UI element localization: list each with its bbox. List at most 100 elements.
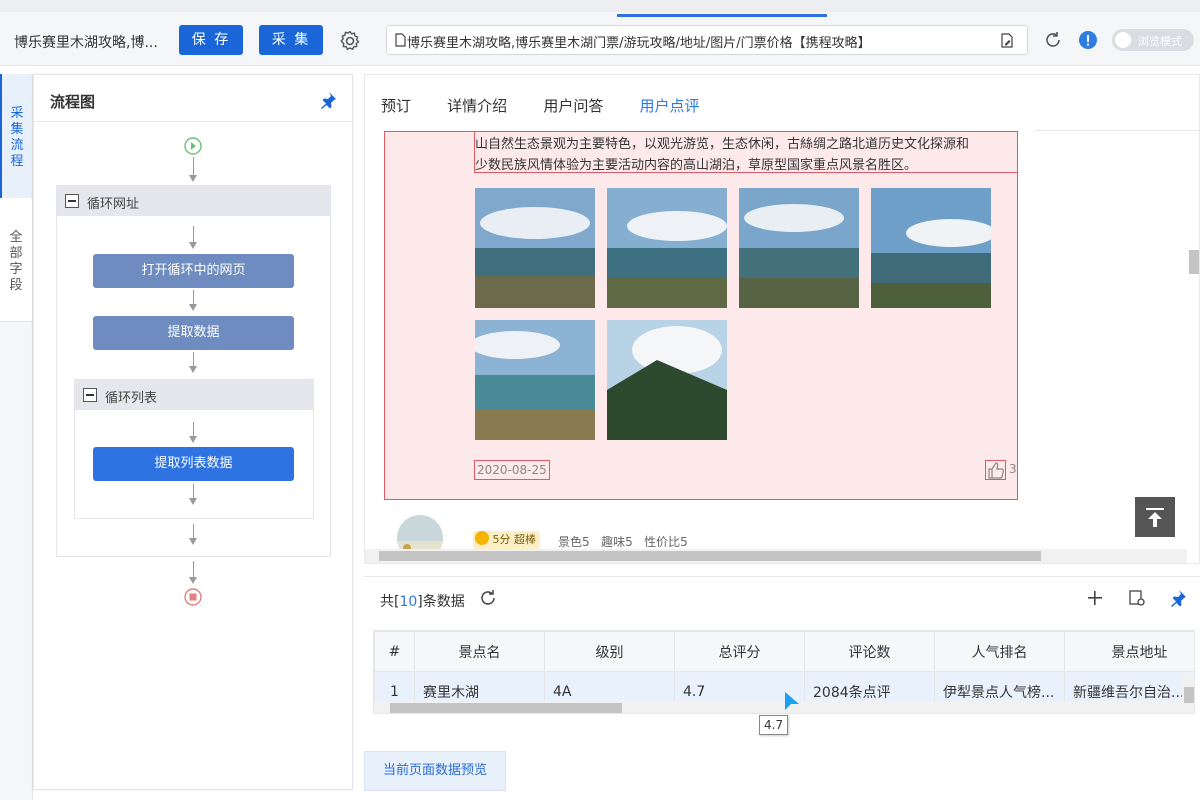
info-alert-icon[interactable] [1079,31,1097,49]
extract-list-node[interactable]: 提取列表数据 [93,447,294,481]
review-text: 山自然生态景观为主要特色，以观光游览，生态休闲，古絲绸之路北道历史文化探源和 少… [474,132,1018,173]
loop-url-header[interactable]: 循环网址 [57,186,330,216]
flow-connector [193,157,194,175]
column-header[interactable]: 景点名 [414,631,545,672]
table-horizontal-scrollbar[interactable] [374,701,1182,713]
review-photo[interactable] [475,320,595,440]
flowchart-title: 流程图 [50,93,96,111]
toggle-knob [1115,32,1131,48]
browser-view: 预订 详情介绍 用户问答 用户点评 山自然生态景观为主要特色，以观光游览，生态休… [364,74,1200,564]
panel-divider [34,121,354,122]
loop-list-header[interactable]: 循环列表 [75,380,313,410]
url-text: 博乐赛里木湖攻略,博乐赛里木湖门票/游玩攻略/地址/图片/门票价格【携程攻略】 [407,36,871,51]
flow-arrow-icon [189,366,197,373]
tab-divider [1035,130,1199,131]
tab-qa[interactable]: 用户问答 [543,97,603,115]
page-icon [395,33,406,47]
open-page-node[interactable]: 打开循环中的网页 [93,254,294,288]
horizontal-scrollbar[interactable] [365,549,1187,563]
rating-score: 5分 超棒 [492,533,537,546]
arrow-up-icon [1146,508,1164,527]
add-icon[interactable] [1086,589,1104,607]
collapse-icon[interactable] [83,388,97,402]
refresh-icon[interactable] [479,589,497,607]
active-tab-indicator [617,14,827,17]
flow-connector [193,290,194,304]
back-to-top-button[interactable] [1135,497,1175,537]
column-header[interactable]: 总评分 [674,631,805,672]
review-photo[interactable] [871,188,991,308]
vertical-scrollbar-thumb[interactable] [1189,250,1199,274]
like-button[interactable] [985,460,1006,480]
flow-connector [193,422,194,436]
thumbs-up-icon [988,462,1004,479]
loop-list-label: 循环列表 [105,391,158,406]
flow-arrow-icon [189,304,197,311]
stop-icon [184,588,202,606]
tab-strip [0,0,1200,12]
data-preview-panel: 共[10]条数据 # 景点名 级别 总评分 评论数 人气排名 景点地址 1 赛里… [364,576,1200,791]
tab-reviews[interactable]: 用户点评 [639,97,699,115]
flow-connector [193,226,194,242]
tab-details[interactable]: 详情介绍 [447,97,507,115]
field-settings-icon[interactable] [1128,589,1146,607]
data-count-suffix: ]条数据 [417,594,465,610]
page-tabs: 预订 详情介绍 用户问答 用户点评 [381,95,731,116]
loop-url-container: 循环网址 打开循环中的网页 提取数据 循环列表 提取列表数据 [56,185,331,557]
scrollbar-thumb[interactable] [390,703,622,713]
tab-all-fields-label: 全部字段 [9,230,23,293]
column-header[interactable]: 景点地址 [1064,631,1194,672]
review-photo[interactable] [739,188,859,308]
tab-current-page-preview[interactable]: 当前页面数据预览 [364,751,506,791]
review-date: 2020-08-25 [474,460,550,480]
tab-all-fields[interactable]: 全部字段 [0,198,32,322]
highlighted-review[interactable]: 山自然生态景观为主要特色，以观光游览，生态休闲，古絲绸之路北道历史文化探源和 少… [384,131,1018,500]
gear-icon[interactable] [338,29,362,53]
flow-connector [193,524,194,538]
flow-connector [193,561,194,577]
data-count-value: 10 [399,594,418,610]
flow-connector [193,352,194,366]
review-photo[interactable] [475,188,595,308]
save-button[interactable]: 保 存 [179,25,243,55]
browse-mode-toggle[interactable]: 浏览模式 [1112,29,1194,51]
tab-booking[interactable]: 预订 [381,97,411,115]
flow-connector [193,484,194,498]
scrollbar-thumb[interactable] [1184,687,1194,703]
review-photo[interactable] [607,188,727,308]
table-header-row: # 景点名 级别 总评分 评论数 人气排名 景点地址 [374,631,1194,672]
column-header[interactable]: 评论数 [804,631,935,672]
data-count: 共[10]条数据 [380,591,465,611]
data-count-prefix: 共[ [380,594,400,610]
pin-icon[interactable] [1169,589,1187,607]
tab-collect-flow[interactable]: 采集流程 [0,74,32,198]
edit-page-icon[interactable] [999,33,1015,49]
rating-badge: 5分 超棒 [473,531,540,549]
column-header[interactable]: 级别 [544,631,675,672]
column-header[interactable]: # [374,631,415,672]
refresh-icon[interactable] [1043,30,1063,50]
table-vertical-scrollbar[interactable] [1182,673,1194,713]
emoji-icon [475,531,489,545]
extract-data-node[interactable]: 提取数据 [93,316,294,350]
scrollbar-thumb[interactable] [379,551,1041,561]
collapse-icon[interactable] [65,194,79,208]
review-text-line-2: 少数民族风情体验为主要活动内容的高山湖泊，草原型国家重点风景名胜区。 [475,158,918,173]
collect-button[interactable]: 采 集 [259,25,323,55]
cell-tooltip: 4.7 [759,715,789,735]
pin-icon[interactable] [319,91,337,109]
start-icon [184,137,202,155]
review-text-line-1: 山自然生态景观为主要特色，以观光游览，生态休闲，古絲绸之路北道历史文化探源和 [475,137,970,152]
flow-arrow-icon [189,498,197,505]
flow-arrow-icon [189,242,197,249]
flow-arrow-icon [189,577,197,584]
loop-url-label: 循环网址 [87,197,140,212]
tab-collect-flow-label: 采集流程 [10,106,24,169]
flow-arrow-icon [189,175,197,182]
column-header[interactable]: 人气排名 [934,631,1065,672]
toggle-label: 浏览模式 [1138,35,1182,48]
url-bar[interactable]: 博乐赛里木湖攻略,博乐赛里木湖门票/游玩攻略/地址/图片/门票价格【携程攻略】 [386,25,1028,55]
review-photo[interactable] [607,320,727,440]
like-count: 3 [1009,462,1017,476]
loop-list-container: 循环列表 提取列表数据 [74,379,314,519]
